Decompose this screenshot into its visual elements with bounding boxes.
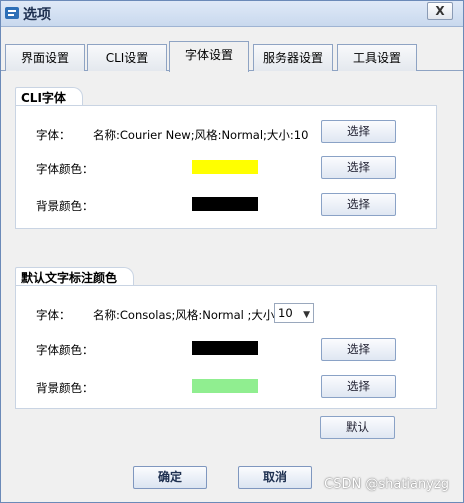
annotation-bg-color-choose-button[interactable]: 选择 [321, 375, 396, 398]
chevron-down-icon[interactable]: ▼ [303, 306, 310, 324]
watermark: CSDN @shatianyzg [324, 477, 449, 492]
ok-button[interactable]: 确定 [133, 466, 207, 489]
cli-font-group-title: CLI字体 [15, 87, 83, 107]
annotation-group-title: 默认文字标注颜色 [15, 267, 135, 287]
tab-bar: 界面设置 CLI设置 字体设置 服务器设置 工具设置 [1, 41, 463, 72]
cli-bg-color-choose-button[interactable]: 选择 [321, 193, 396, 216]
cli-font-color-label: 字体颜色： [36, 162, 94, 176]
tab-font[interactable]: 字体设置 [169, 41, 249, 72]
cli-font-color-choose-button[interactable]: 选择 [321, 156, 396, 179]
cli-bg-color-swatch [192, 197, 258, 211]
annotation-font-value: 名称:Consolas;风格:Normal ;大小: [93, 308, 279, 322]
annotation-bg-color-swatch [192, 379, 258, 393]
options-dialog: 选项 X 界面设置 CLI设置 字体设置 服务器设置 工具设置 CLI字体 字体… [0, 0, 464, 503]
font-size-value: 10 [278, 306, 293, 320]
font-size-select[interactable]: 10 ▼ [274, 303, 314, 323]
cli-font-value: 名称:Courier New;风格:Normal;大小:10 [93, 128, 309, 142]
annotation-bg-color-label: 背景颜色： [36, 381, 94, 395]
annotation-font-label: 字体： [36, 308, 71, 322]
tab-server[interactable]: 服务器设置 [253, 44, 333, 71]
tab-cli[interactable]: CLI设置 [87, 44, 167, 71]
annotation-font-group: 字体： 名称:Consolas;风格:Normal ;大小: 10 ▼ 字体颜色… [15, 285, 437, 409]
tab-interface[interactable]: 界面设置 [5, 44, 85, 71]
cli-font-group: 字体： 名称:Courier New;风格:Normal;大小:10 选择 字体… [15, 105, 437, 229]
annotation-font-color-choose-button[interactable]: 选择 [321, 338, 396, 361]
app-icon [5, 7, 19, 19]
cli-font-label: 字体： [36, 128, 71, 142]
close-button[interactable]: X [427, 2, 453, 20]
window-title: 选项 [23, 7, 51, 23]
cancel-button[interactable]: 取消 [238, 466, 312, 489]
default-button[interactable]: 默认 [320, 416, 395, 439]
cli-font-color-swatch [192, 160, 258, 174]
title-bar[interactable]: 选项 X [1, 1, 463, 27]
tab-tools[interactable]: 工具设置 [337, 44, 417, 71]
annotation-font-color-swatch [192, 341, 258, 355]
cli-bg-color-label: 背景颜色： [36, 199, 94, 213]
annotation-font-color-label: 字体颜色： [36, 343, 94, 357]
cli-font-choose-button[interactable]: 选择 [321, 120, 396, 143]
